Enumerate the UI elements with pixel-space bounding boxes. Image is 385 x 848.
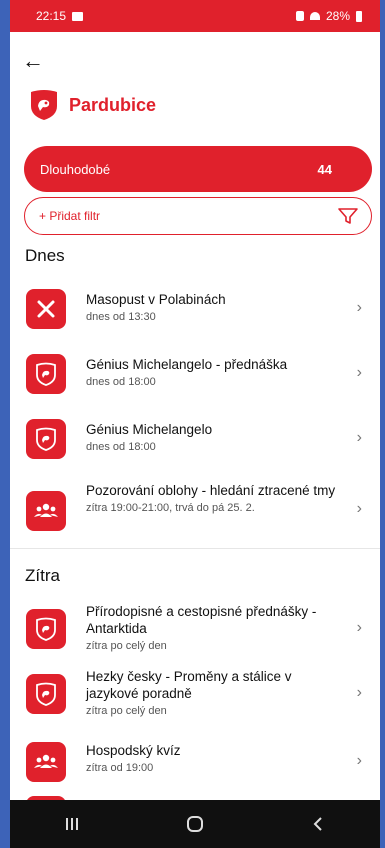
event-time: zítra od 19:00: [86, 762, 154, 774]
category-filter-button[interactable]: Dlouhodobé 44: [24, 146, 372, 192]
event-list-item[interactable]: Génius Michelangelo - přednáška dnes od …: [10, 350, 380, 398]
section-title-today: Dnes: [25, 246, 65, 265]
event-time: zítra 19:00-21:00, trvá do pá 25. 2.: [86, 502, 255, 514]
gallery-notification-icon: [72, 11, 84, 21]
event-time: dnes od 18:00: [86, 376, 156, 388]
event-title: Masopust v Polabinách: [86, 292, 226, 307]
alarm-icon: [295, 11, 304, 21]
add-filter-button[interactable]: + Přidat filtr: [24, 197, 372, 235]
recent-apps-icon[interactable]: [52, 804, 92, 844]
group-icon: [26, 742, 66, 782]
event-list-item[interactable]: Génius Michelangelo dnes od 18:00 ›: [10, 415, 380, 463]
event-time: dnes od 18:00: [86, 441, 156, 453]
event-time: zítra po celý den: [86, 640, 167, 652]
status-bar: 22:15 28%: [10, 0, 380, 32]
funnel-icon: [338, 208, 358, 224]
chevron-right-icon: ›: [356, 684, 362, 701]
status-time: 22:15: [36, 9, 67, 23]
chevron-right-icon: ›: [356, 619, 362, 636]
event-title: Přírodopisné a cestopisné přednášky - An…: [86, 604, 317, 636]
back-nav-icon[interactable]: [298, 804, 338, 844]
section-divider: [10, 548, 380, 549]
back-arrow-icon[interactable]: ←: [22, 50, 44, 72]
brand-name: Pardubice: [69, 94, 157, 115]
city-logo-icon: [26, 354, 66, 394]
battery-percent: 28%: [325, 9, 350, 23]
category-filter-label: Dlouhodobé: [40, 161, 111, 177]
brand-header: Pardubice: [27, 88, 156, 122]
phone-screen: 22:15 28% ← Pardubice Dlouhodobé 44 + Př…: [10, 0, 380, 848]
chevron-right-icon: ›: [356, 429, 362, 446]
event-title: Génius Michelangelo: [86, 422, 213, 437]
battery-icon: [356, 10, 362, 22]
event-title: Pozorování oblohy - hledání ztracené tmy: [86, 483, 336, 498]
event-list-item[interactable]: Pozorování oblohy - hledání ztracené tmy…: [10, 480, 380, 542]
city-logo-icon: [26, 674, 66, 714]
chevron-right-icon: ›: [356, 752, 362, 769]
event-title: Hezky česky - Proměny a stálice v jazyko…: [86, 669, 292, 701]
system-navigation-bar: [10, 800, 380, 848]
chevron-right-icon: ›: [356, 364, 362, 381]
pardubice-logo-icon: [31, 90, 57, 120]
city-logo-icon: [26, 609, 66, 649]
chevron-right-icon: ›: [356, 500, 362, 517]
section-title-tomorrow: Zítra: [25, 566, 60, 585]
event-list-item[interactable]: Přírodopisné a cestopisné přednášky - An…: [10, 603, 380, 655]
event-list-item[interactable]: Hospodský kvíz zítra od 19:00 ›: [10, 738, 380, 786]
home-icon[interactable]: [175, 804, 215, 844]
add-filter-label: + Přidat filtr: [39, 209, 101, 223]
event-list-item[interactable]: Masopust v Polabinách dnes od 13:30 ›: [10, 285, 380, 333]
cross-icon: [26, 289, 66, 329]
event-title: Hospodský kvíz: [86, 743, 181, 758]
chevron-right-icon: ›: [356, 299, 362, 316]
group-icon: [26, 491, 66, 531]
event-title: Génius Michelangelo - přednáška: [86, 357, 288, 372]
event-list-item[interactable]: Hezky česky - Proměny a stálice v jazyko…: [10, 668, 380, 720]
event-time: zítra po celý den: [86, 705, 167, 717]
category-filter-count: 44: [317, 161, 332, 177]
wifi-icon: [309, 12, 320, 20]
city-logo-icon: [26, 419, 66, 459]
event-time: dnes od 13:30: [86, 311, 156, 323]
